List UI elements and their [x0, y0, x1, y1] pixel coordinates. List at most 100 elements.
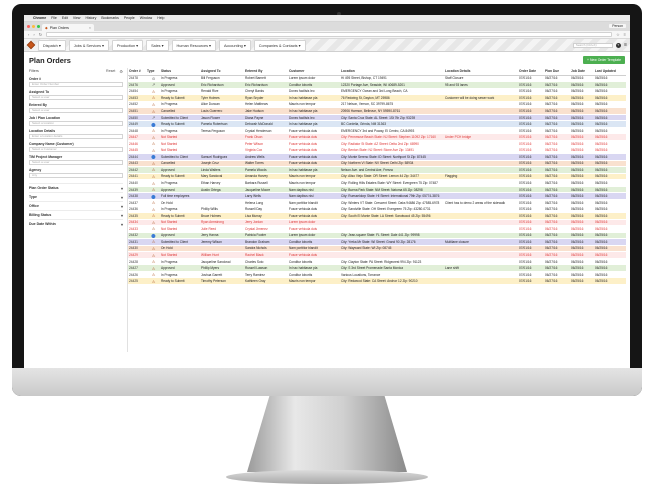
table-cell[interactable]: 24425 — [128, 277, 146, 285]
filter-input[interactable]: Any — [29, 173, 123, 178]
nav-label: Companies & Contacts — [258, 43, 298, 48]
browser-tabbar: ◆ Plan Orders × Person — [24, 22, 630, 31]
filter-settings-icon[interactable]: ⚙ — [119, 69, 123, 74]
cone-icon: ⚠ — [151, 101, 156, 107]
column-header[interactable]: Job Date — [570, 68, 594, 76]
chevron-down-icon: ▾ — [120, 194, 123, 200]
address-bar[interactable] — [46, 32, 613, 37]
filter-section-toggle[interactable]: Plan Order Status ▾ — [29, 183, 123, 192]
browser-tab[interactable]: ◆ Plan Orders × — [42, 24, 94, 31]
circle-icon: ⬤ — [151, 193, 156, 199]
filter-section-toggle[interactable]: Billing Status ▾ — [29, 210, 123, 219]
app-navbar: Dispatch ▾ Jobs & Services ▾ Production … — [24, 39, 630, 52]
browser-toolbar: ‹ › ↻ ☆ ≡ — [24, 31, 630, 39]
circle-icon: ⬤ — [151, 154, 156, 160]
mac-menu-item[interactable]: People — [124, 16, 135, 20]
nav-label: Production — [116, 43, 136, 48]
filter-input[interactable]: Select a location — [29, 121, 123, 126]
arrow-icon: ↗ — [151, 82, 156, 88]
nav-label: Accounting — [223, 43, 243, 48]
table-cell: Timothy Peterson — [200, 277, 244, 285]
close-window-button[interactable] — [27, 25, 30, 28]
nav-human-resources[interactable]: Human Resources ▾ — [171, 39, 216, 51]
nav-production[interactable]: Production ▾ — [111, 39, 144, 51]
close-tab-icon[interactable]: × — [89, 26, 91, 30]
mac-menu-item[interactable]: Edit — [62, 16, 68, 20]
filter-input[interactable]: Select a user — [29, 160, 123, 165]
back-icon[interactable]: ‹ — [28, 32, 29, 37]
minimize-window-button[interactable] — [32, 25, 35, 28]
apple-logo-icon — [320, 375, 332, 388]
nav-companies-contacts[interactable]: Companies & Contacts ▾ — [253, 39, 306, 51]
table-cell: 06/25/16 — [594, 277, 626, 285]
cone-icon: ⚠ — [151, 147, 156, 153]
page-header: Plan Orders + New Order Template — [24, 52, 630, 68]
filter-label: Company Name (Customer) — [29, 142, 74, 146]
cone-icon: ⚠ — [151, 272, 156, 278]
help-icon[interactable]: ? — [615, 42, 621, 48]
filter-section-toggle[interactable]: Office ▾ — [29, 201, 123, 210]
mac-menu-item[interactable]: Help — [157, 16, 164, 20]
column-header[interactable]: Status — [160, 68, 200, 76]
filter-label: Order # — [29, 77, 42, 81]
column-header[interactable]: Assigned To — [200, 68, 244, 76]
filter-label: Assigned To — [29, 90, 50, 94]
filters-title: Filters — [29, 69, 39, 73]
table-cell: Ready to Submit — [160, 277, 200, 285]
table-cell: Mauris non tempor — [288, 277, 340, 285]
filter-input[interactable]: Select a user — [29, 108, 123, 113]
mac-menu-item[interactable]: Bookmarks — [101, 16, 119, 20]
filter-sections: Plan Order Status ▾ Type ▾ Office ▾ Billing St… — [29, 183, 123, 228]
table-row[interactable]: 24425 ⚠ Ready to Submit Timothy Peterson Kat… — [128, 277, 626, 285]
column-header[interactable]: Order # — [128, 68, 146, 76]
forward-icon[interactable]: › — [33, 32, 34, 37]
nav-sales[interactable]: Sales ▾ — [146, 39, 169, 51]
column-header[interactable]: Location — [340, 68, 444, 76]
reset-filters-button[interactable]: Reset — [106, 69, 115, 73]
column-header[interactable]: Last Updated — [594, 68, 626, 76]
mac-menu-item[interactable]: Window — [140, 16, 152, 20]
browser-menu-icon[interactable]: ≡ — [624, 32, 626, 37]
filter-input[interactable]: Enter Order Number — [29, 82, 123, 87]
filter-input[interactable]: Select a Customer — [29, 147, 123, 152]
column-header[interactable]: Plan Due — [544, 68, 570, 76]
company-logo[interactable] — [26, 40, 36, 50]
tab-title: Plan Orders — [49, 25, 69, 30]
column-header[interactable]: Location Details — [444, 68, 518, 76]
maximize-window-button[interactable] — [37, 25, 40, 28]
column-header[interactable]: Type — [146, 68, 160, 76]
cone-icon: ⚠ — [151, 95, 156, 101]
column-header[interactable]: Customer — [288, 68, 340, 76]
screen: Chrome File Edit View History Bookmarks … — [24, 15, 630, 368]
filter-label: Location Details — [29, 129, 56, 133]
chevron-down-icon: ▾ — [120, 212, 123, 218]
filters-header: Filters Reset ⚙ — [29, 68, 123, 74]
mac-menu-item[interactable]: View — [73, 16, 81, 20]
column-header[interactable]: Order Date — [518, 68, 544, 76]
page-title: Plan Orders — [29, 55, 71, 65]
filter-section-toggle[interactable]: Type ▾ — [29, 192, 123, 201]
monitor-base — [226, 470, 428, 484]
column-header[interactable]: Entered By — [244, 68, 288, 76]
filter-section-label: Office — [29, 204, 39, 208]
filter-label: TIM Project Manager — [29, 155, 63, 159]
nav-jobs-services[interactable]: Jobs & Services ▾ — [68, 39, 109, 51]
browser-user-button[interactable]: Person — [609, 24, 626, 28]
bookmark-star-icon[interactable]: ☆ — [616, 32, 620, 37]
reload-icon[interactable]: ↻ — [39, 32, 42, 37]
mac-menu-item[interactable]: History — [85, 16, 96, 20]
app-search-input[interactable]: Search (Ctrl+K) — [572, 42, 613, 48]
mac-menu-item[interactable]: Chrome — [33, 16, 46, 20]
cone-icon: ⚠ — [151, 219, 156, 225]
user-menu-icon[interactable]: ☰ — [624, 43, 627, 47]
mac-menu-item[interactable]: File — [51, 16, 57, 20]
filter-input[interactable]: Enter a location details — [29, 134, 123, 139]
arrow-icon: ↗ — [151, 115, 156, 121]
cone-icon: ⚠ — [151, 213, 156, 219]
cone-icon: ⚠ — [151, 141, 156, 147]
filter-input[interactable]: Select a user — [29, 95, 123, 100]
filter-section-toggle[interactable]: Due Date Within ▾ — [29, 219, 123, 228]
nav-accounting[interactable]: Accounting ▾ — [218, 39, 251, 51]
new-order-template-button[interactable]: + New Order Template — [583, 56, 625, 64]
nav-dispatch[interactable]: Dispatch ▾ — [38, 39, 66, 51]
